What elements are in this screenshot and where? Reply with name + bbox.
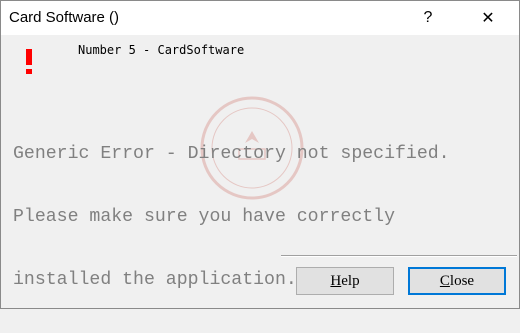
title-bar[interactable]: Card Software () ? ✕ <box>1 1 519 35</box>
button-separator <box>281 255 517 257</box>
error-message: Generic Error - Directory not specified.… <box>13 102 513 333</box>
help-button[interactable]: ? <box>405 1 451 35</box>
help-accelerator: H <box>330 272 342 289</box>
close-icon: ✕ <box>481 10 495 27</box>
close-dialog-button[interactable]: Close <box>408 267 506 295</box>
close-accelerator: C <box>439 272 450 289</box>
help-icon: ? <box>423 9 433 26</box>
error-exclamation-icon <box>26 49 32 74</box>
help-dialog-button[interactable]: Help <box>296 267 394 295</box>
close-label-rest: lose <box>449 272 475 289</box>
help-label-rest: elp <box>341 272 360 289</box>
message-line: Generic Error - Directory not specified. <box>13 144 450 164</box>
message-line: Please make sure you have correctly <box>13 207 395 227</box>
dialog-window: Card Software () ? ✕ Number 5 - CardSoft… <box>0 0 520 309</box>
error-code-text: Number 5 - CardSoftware <box>78 43 245 57</box>
close-window-button[interactable]: ✕ <box>465 1 511 35</box>
window-title: Card Software () <box>9 9 120 26</box>
